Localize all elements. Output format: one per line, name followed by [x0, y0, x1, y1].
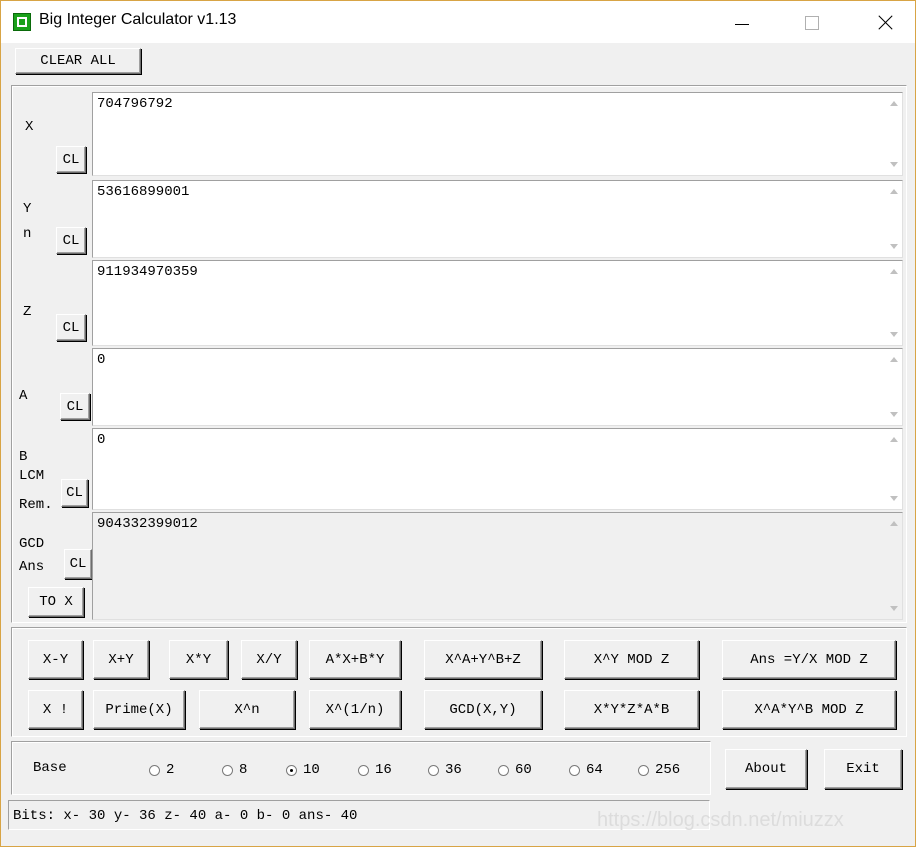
base-option-label: 36: [445, 762, 462, 778]
ans-label: Ans: [19, 559, 45, 575]
op-x-div-y-button[interactable]: X/Y: [241, 640, 297, 679]
app-icon: [13, 13, 31, 31]
radio-dot: [569, 764, 580, 776]
scroll-up-icon[interactable]: [890, 101, 898, 106]
n-label: n: [23, 226, 32, 242]
x-label: X: [25, 119, 34, 135]
y-value: 53616899001: [97, 184, 190, 200]
radio-dot-selected: [286, 764, 297, 776]
a-scrollbar[interactable]: [885, 349, 902, 425]
scroll-up-icon[interactable]: [890, 269, 898, 274]
op-x-times-y-button[interactable]: X*Y: [169, 640, 228, 679]
y-field[interactable]: 53616899001: [92, 180, 903, 258]
a-field[interactable]: 0: [92, 348, 903, 426]
x-scrollbar[interactable]: [885, 93, 902, 175]
b-label: B: [19, 449, 28, 465]
scroll-down-icon[interactable]: [890, 162, 898, 167]
z-scrollbar[interactable]: [885, 261, 902, 345]
b-scrollbar[interactable]: [885, 429, 902, 509]
gcd-label: GCD: [19, 536, 45, 552]
z-label: Z: [23, 304, 32, 320]
about-button[interactable]: About: [725, 749, 807, 789]
x-field[interactable]: 704796792: [92, 92, 903, 176]
base-option-label: 10: [303, 762, 320, 778]
base-radio-64[interactable]: 64: [569, 762, 603, 778]
clear-all-button[interactable]: CLEAR ALL: [15, 48, 141, 74]
b-field[interactable]: 0: [92, 428, 903, 510]
minimize-icon[interactable]: [719, 7, 765, 37]
scroll-down-icon[interactable]: [890, 244, 898, 249]
base-option-label: 16: [375, 762, 392, 778]
title-bar: Big Integer Calculator v1.13: [1, 1, 915, 43]
a-value: 0: [97, 352, 106, 368]
op-ans-y-div-x-mod-z-button[interactable]: Ans =Y/X MOD Z: [722, 640, 896, 679]
window-title: Big Integer Calculator v1.13: [39, 11, 237, 28]
z-field[interactable]: 911934970359: [92, 260, 903, 346]
radio-dot: [358, 764, 369, 776]
base-radio-16[interactable]: 16: [358, 762, 392, 778]
base-option-label: 2: [166, 762, 175, 778]
op-gcd-button[interactable]: GCD(X,Y): [424, 690, 542, 729]
radio-dot: [222, 764, 233, 776]
a-label: A: [19, 388, 28, 404]
b-value: 0: [97, 432, 106, 448]
x-clear-button[interactable]: CL: [56, 146, 86, 173]
watermark: https://blog.csdn.net/miuzzx: [597, 809, 844, 831]
ans-value: 904332399012: [97, 516, 198, 532]
rem-label: Rem.: [19, 497, 53, 513]
scroll-down-icon[interactable]: [890, 496, 898, 501]
base-radio-8[interactable]: 8: [222, 762, 247, 778]
op-factorial-button[interactable]: X !: [28, 690, 83, 729]
scroll-up-icon[interactable]: [890, 521, 898, 526]
z-value: 911934970359: [97, 264, 198, 280]
x-value: 704796792: [97, 96, 173, 112]
base-option-label: 8: [239, 762, 248, 778]
base-label: Base: [33, 760, 67, 776]
exit-button[interactable]: Exit: [824, 749, 902, 789]
op-ax-plus-by-button[interactable]: A*X+B*Y: [309, 640, 401, 679]
op-nth-root-button[interactable]: X^(1/n): [309, 690, 401, 729]
base-radio-256[interactable]: 256: [638, 762, 680, 778]
z-clear-button[interactable]: CL: [56, 314, 86, 341]
base-radio-10[interactable]: 10: [286, 762, 320, 778]
op-x-plus-y-button[interactable]: X+Y: [93, 640, 149, 679]
radio-dot: [498, 764, 509, 776]
base-option-label: 60: [515, 762, 532, 778]
op-xa-plus-yb-plus-z-button[interactable]: X^A+Y^B+Z: [424, 640, 542, 679]
radio-dot: [638, 764, 649, 776]
base-option-label: 64: [586, 762, 603, 778]
close-icon[interactable]: [861, 7, 907, 37]
scroll-up-icon[interactable]: [890, 357, 898, 362]
op-x-minus-y-button[interactable]: X-Y: [28, 640, 83, 679]
scroll-up-icon[interactable]: [890, 189, 898, 194]
calculator-window: Big Integer Calculator v1.13 CLEAR ALL X…: [0, 0, 916, 847]
scroll-down-icon[interactable]: [890, 606, 898, 611]
y-label: Y: [23, 201, 32, 217]
scroll-up-icon[interactable]: [890, 437, 898, 442]
ans-clear-button[interactable]: CL: [64, 549, 92, 579]
y-scrollbar[interactable]: [885, 181, 902, 257]
a-clear-button[interactable]: CL: [60, 393, 90, 420]
ans-scrollbar[interactable]: [885, 513, 902, 619]
base-option-label: 256: [655, 762, 681, 778]
base-radio-60[interactable]: 60: [498, 762, 532, 778]
scroll-down-icon[interactable]: [890, 412, 898, 417]
op-xa-yb-mod-z-button[interactable]: X^A*Y^B MOD Z: [722, 690, 896, 729]
radio-dot: [149, 764, 160, 776]
radio-dot: [428, 764, 439, 776]
to-x-button[interactable]: TO X: [28, 587, 84, 617]
op-prime-button[interactable]: Prime(X): [93, 690, 185, 729]
op-x-pow-y-mod-z-button[interactable]: X^Y MOD Z: [564, 640, 699, 679]
op-product-button[interactable]: X*Y*Z*A*B: [564, 690, 699, 729]
maximize-icon[interactable]: [789, 7, 835, 37]
base-radio-36[interactable]: 36: [428, 762, 462, 778]
y-clear-button[interactable]: CL: [56, 227, 86, 254]
op-x-pow-n-button[interactable]: X^n: [199, 690, 295, 729]
scroll-down-icon[interactable]: [890, 332, 898, 337]
lcm-label: LCM: [19, 468, 45, 484]
ans-field[interactable]: 904332399012: [92, 512, 903, 620]
base-radio-2[interactable]: 2: [149, 762, 174, 778]
b-clear-button[interactable]: CL: [61, 479, 88, 507]
